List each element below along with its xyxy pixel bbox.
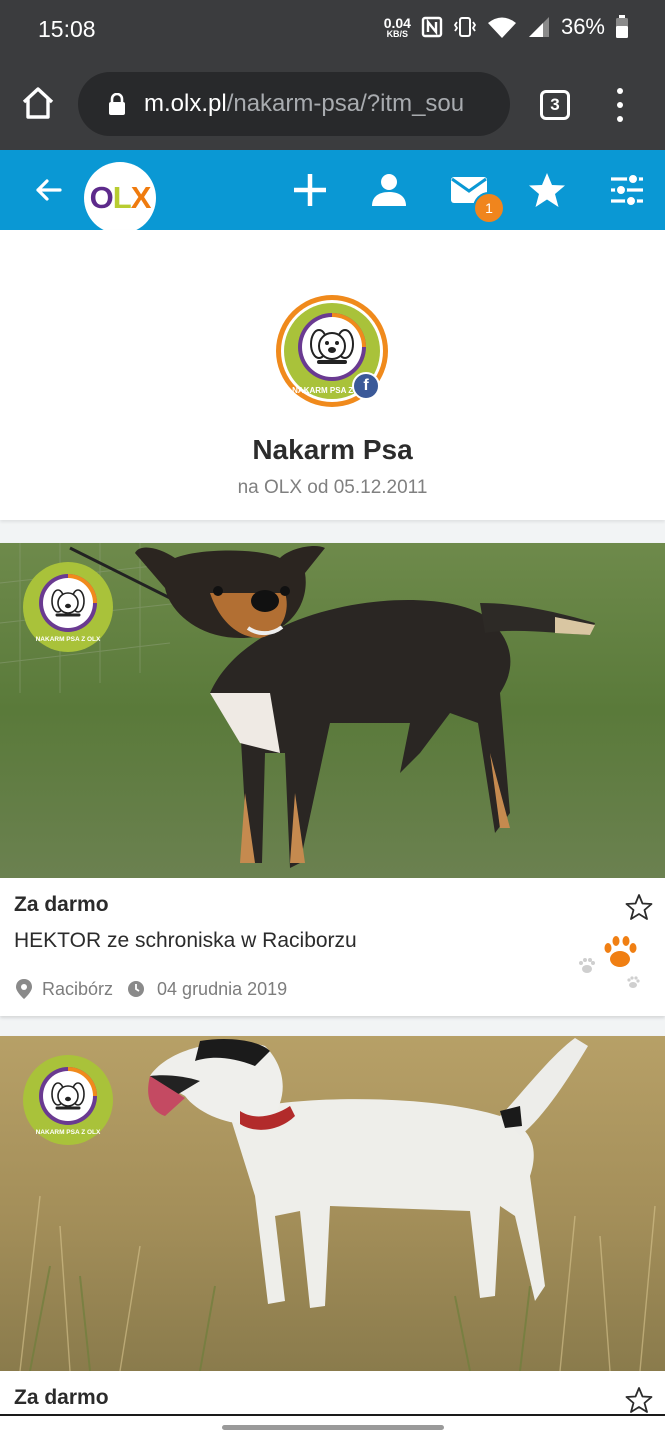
signal-icon	[528, 17, 549, 37]
url-path: /nakarm-psa/?itm_sou	[226, 90, 465, 117]
address-bar[interactable]: m.olx.pl/nakarm-psa/?itm_sou	[78, 72, 510, 136]
location-pin-icon	[16, 979, 32, 999]
status-icons: 0.04 KB/S 36%	[384, 14, 629, 40]
listing-meta: Racibórz 04 grudnia 2019	[14, 978, 287, 1000]
watermark-text: NAKARM PSA Z OLX	[36, 1129, 101, 1136]
filters-icon[interactable]	[607, 170, 647, 210]
watermark-text: NAKARM PSA Z OLX	[36, 636, 101, 643]
listing-card[interactable]: NAKARM PSA Z OLX Za darmo	[0, 1036, 665, 1440]
gesture-nav-pill[interactable]	[222, 1425, 444, 1430]
seller-profile-card: NAKARM PSA Z OLX f Nakarm Psa na OLX od …	[0, 230, 665, 520]
favorites-star-icon[interactable]	[527, 170, 567, 210]
vibrate-icon	[453, 17, 477, 37]
member-since: na OLX od 05.12.2011	[237, 477, 428, 498]
net-speed-unit: KB/S	[386, 28, 409, 39]
wifi-icon	[487, 17, 516, 38]
net-speed: 0.04 KB/S	[384, 16, 411, 39]
olx-app-bar: OLX	[0, 150, 665, 234]
favorite-star-icon[interactable]	[625, 893, 653, 921]
listing-location: Racibórz	[42, 978, 114, 999]
url-text: m.olx.pl/nakarm-psa/?itm_sou	[144, 90, 464, 118]
account-icon[interactable]	[369, 170, 409, 210]
battery-icon	[616, 15, 628, 38]
clock-icon	[128, 981, 145, 997]
add-listing-icon[interactable]	[290, 170, 330, 210]
net-speed-value: 0.04	[383, 14, 411, 31]
paw-prints-icon	[579, 936, 640, 988]
facebook-badge-icon: f	[352, 372, 380, 400]
home-icon[interactable]	[20, 85, 56, 121]
lock-icon	[109, 93, 125, 115]
tab-switcher-button[interactable]: 3	[540, 90, 570, 120]
listing-title[interactable]: HEKTOR ze schroniska w Raciborzu	[14, 929, 357, 953]
browser-toolbar: m.olx.pl/nakarm-psa/?itm_sou 3	[0, 60, 665, 150]
nakarm-psa-watermark: NAKARM PSA Z OLX	[23, 1055, 113, 1145]
listing-price: Za darmo	[14, 1386, 109, 1409]
listing-date: 04 grudnia 2019	[157, 978, 288, 999]
battery-percent: 36%	[560, 14, 605, 39]
seller-name: Nakarm Psa	[252, 434, 413, 465]
browser-menu-button[interactable]	[608, 88, 632, 122]
status-time: 15:08	[38, 16, 96, 42]
status-bar: 15:08 0.04 KB/S 36%	[0, 0, 665, 60]
listing-price: Za darmo	[14, 893, 109, 916]
nakarm-psa-watermark: NAKARM PSA Z OLX	[23, 562, 113, 652]
olx-logo[interactable]: OLX	[84, 162, 156, 234]
favorite-star-icon[interactable]	[625, 1386, 653, 1414]
url-domain: m.olx.pl	[144, 90, 227, 117]
listing-card[interactable]: NAKARM PSA Z OLX Za darmo HEKTOR ze schr…	[0, 543, 665, 1016]
messages-count-badge: 1	[473, 192, 505, 224]
back-arrow-icon[interactable]	[28, 170, 68, 210]
nfc-icon	[421, 16, 443, 38]
